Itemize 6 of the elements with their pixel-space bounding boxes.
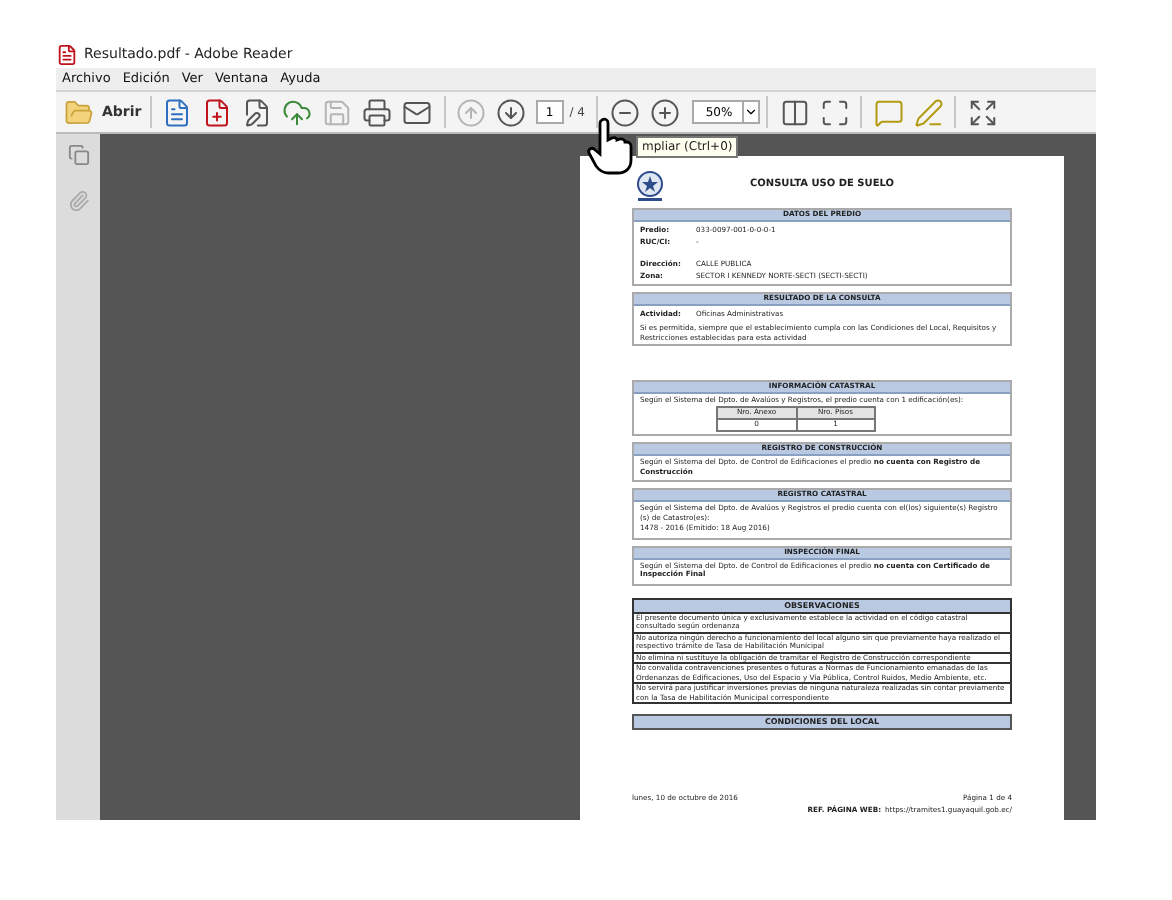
folder-icon [64, 97, 94, 127]
paperclip-icon[interactable] [67, 190, 89, 212]
pdf-file-icon [56, 43, 78, 65]
emblem-icon [632, 168, 668, 204]
dropdown-caret-icon[interactable] [742, 102, 759, 122]
pages-icon[interactable] [67, 144, 89, 166]
